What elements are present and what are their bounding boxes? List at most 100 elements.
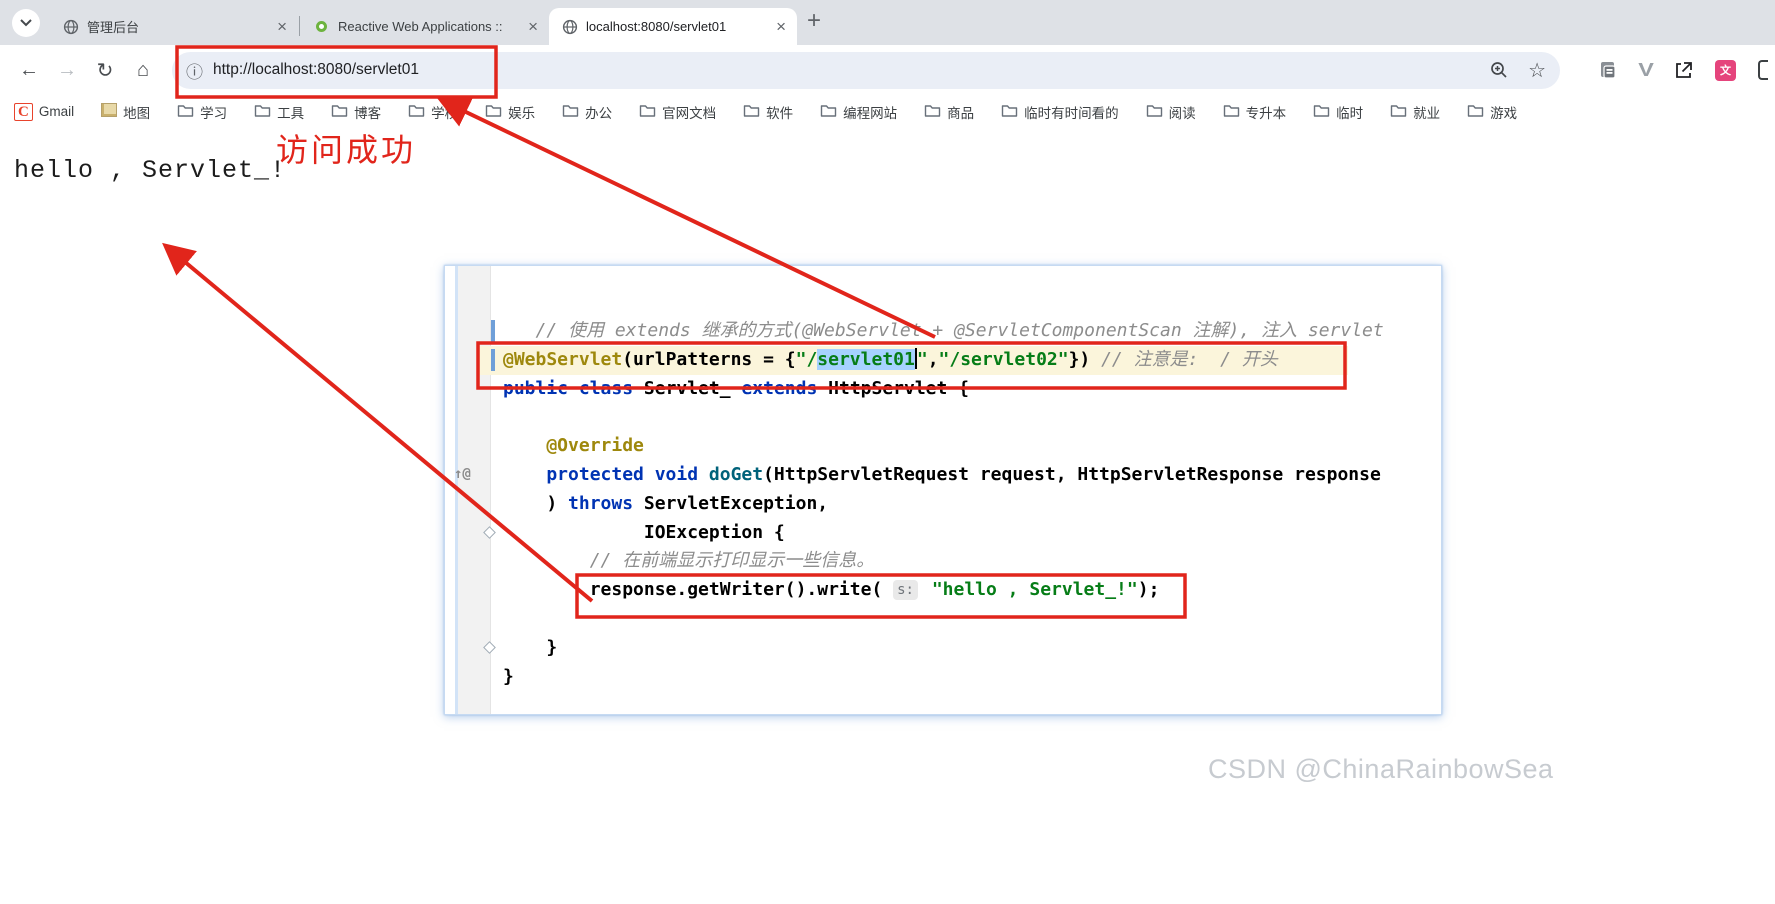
folder-icon <box>820 103 837 121</box>
v-extension-icon[interactable]: V <box>1640 60 1652 81</box>
bookmark-item[interactable]: 办公 <box>562 102 612 122</box>
home-button[interactable]: ⌂ <box>126 53 160 87</box>
code-line: // 在前端显示打印显示一些信息。 <box>503 547 1439 576</box>
tab-title: Reactive Web Applications :: <box>338 19 517 34</box>
browser-tab[interactable]: Reactive Web Applications ::× <box>301 8 549 45</box>
map-thumbnail-icon <box>101 103 117 120</box>
bookmark-item[interactable]: 商品 <box>924 102 974 122</box>
bookmark-item[interactable]: 软件 <box>743 102 793 122</box>
bookmark-label: 游戏 <box>1490 102 1517 122</box>
folder-icon <box>924 103 941 121</box>
page-info-icon[interactable]: ⓘ <box>186 58 203 83</box>
folder-icon <box>331 103 348 121</box>
code-lines: // 使用 extends 继承的方式(@WebServlet + @Servl… <box>503 317 1439 691</box>
page-viewport: hello , Servlet_! // 使用 extends 继承的方式(@W… <box>0 128 1775 904</box>
bookmark-item[interactable]: 官网文档 <box>639 102 716 122</box>
profile-avatar-partial[interactable] <box>1758 60 1768 80</box>
tab-groups-icon[interactable] <box>1598 60 1618 80</box>
code-line: @Override <box>503 432 1439 461</box>
gutter-change-bar <box>491 320 495 342</box>
bookmark-label: 博客 <box>354 102 381 122</box>
bookmark-item[interactable]: 专升本 <box>1223 102 1287 122</box>
bookmark-label: 学校 <box>431 102 458 122</box>
code-screenshot-panel: // 使用 extends 继承的方式(@WebServlet + @Servl… <box>444 265 1442 715</box>
csdn-watermark: CSDN @ChinaRainbowSea <box>1208 754 1554 785</box>
bookmark-label: 娱乐 <box>508 102 535 122</box>
bookmark-item[interactable]: 地图 <box>101 102 150 122</box>
code-line <box>503 605 1439 634</box>
tab-title: 管理后台 <box>87 17 266 36</box>
bookmark-label: 学习 <box>200 102 227 122</box>
spring-leaf-icon <box>313 18 330 35</box>
address-bar[interactable]: ⓘ http://localhost:8080/servlet01 ☆ <box>172 52 1560 89</box>
bookmark-item[interactable]: 娱乐 <box>485 102 535 122</box>
code-line: response.getWriter().write( s: "hello , … <box>503 576 1439 605</box>
bookmark-label: 办公 <box>585 102 612 122</box>
bookmark-item[interactable]: 阅读 <box>1146 102 1196 122</box>
code-line: // 使用 extends 继承的方式(@WebServlet + @Servl… <box>503 317 1439 346</box>
bookmark-item[interactable]: 就业 <box>1390 102 1440 122</box>
servlet-response-text: hello , Servlet_! <box>14 156 286 185</box>
folder-icon <box>254 103 271 121</box>
back-button[interactable]: ← <box>12 53 46 87</box>
bookmarks-bar: C Gmail 地图 学习 工具 博客 学校 娱乐 办公 官网文档 软件 编程网站 商品 临时有时间看的 阅… <box>0 95 1775 128</box>
bookmark-item[interactable]: 临时有时间看的 <box>1001 102 1119 122</box>
folder-icon <box>1146 103 1163 121</box>
folder-icon <box>562 103 579 121</box>
open-in-new-icon[interactable] <box>1674 61 1693 80</box>
bookmark-item[interactable]: 学习 <box>177 102 227 122</box>
bookmark-item[interactable]: C Gmail <box>14 104 74 120</box>
code-line: IOException { <box>503 519 1439 548</box>
tab-strip: 管理后台×Reactive Web Applications ::×localh… <box>0 0 1775 45</box>
gutter-override-annotation-icon: ↑@ <box>454 466 471 482</box>
folder-icon <box>485 103 502 121</box>
browser-tab[interactable]: localhost:8080/servlet01 × <box>549 8 797 45</box>
code-line <box>503 403 1439 432</box>
bookmark-item[interactable]: 学校 <box>408 102 458 122</box>
bookmark-label: 临时有时间看的 <box>1024 102 1119 122</box>
code-line: public class Servlet_ extends HttpServle… <box>503 375 1439 404</box>
tab-search-button[interactable] <box>12 9 40 37</box>
globe-icon <box>561 18 578 35</box>
forward-button[interactable]: → <box>50 53 84 87</box>
bookmark-star-icon[interactable]: ☆ <box>1528 58 1546 83</box>
bookmark-label: 工具 <box>277 102 304 122</box>
bookmark-label: Gmail <box>39 104 74 119</box>
code-line: } <box>503 634 1439 663</box>
gmail-icon: C <box>14 104 33 120</box>
extensions-area: V 文 <box>1576 60 1768 81</box>
folder-icon <box>408 103 425 121</box>
bookmark-item[interactable]: 工具 <box>254 102 304 122</box>
code-line: @WebServlet(urlPatterns = {"/servlet01",… <box>503 346 1348 375</box>
bookmark-label: 临时 <box>1336 102 1363 122</box>
parameter-hint-chip: s: <box>893 580 918 600</box>
browser-tab[interactable]: 管理后台 × <box>50 8 298 45</box>
bookmark-item[interactable]: 编程网站 <box>820 102 897 122</box>
new-tab-button[interactable]: + <box>807 9 821 33</box>
bookmark-item[interactable]: 博客 <box>331 102 381 122</box>
folder-icon <box>743 103 760 121</box>
folder-icon <box>1313 103 1330 121</box>
tab-close-icon[interactable]: × <box>525 18 541 35</box>
chevron-down-icon <box>20 19 32 27</box>
folder-icon <box>1223 103 1240 121</box>
code-line: ) throws ServletException, <box>503 490 1439 519</box>
reload-button[interactable]: ↻ <box>88 53 122 87</box>
bookmark-item[interactable]: 临时 <box>1313 102 1363 122</box>
tab-close-icon[interactable]: × <box>274 18 290 35</box>
folder-icon <box>177 103 194 121</box>
tab-close-icon[interactable]: × <box>773 18 789 35</box>
globe-icon <box>62 18 79 35</box>
bookmark-label: 官网文档 <box>662 102 716 122</box>
tab-title: localhost:8080/servlet01 <box>586 19 765 34</box>
tab-strip-tabs: 管理后台×Reactive Web Applications ::×localh… <box>50 8 797 45</box>
bookmark-label: 专升本 <box>1246 102 1287 122</box>
bookmark-item[interactable]: 游戏 <box>1467 102 1517 122</box>
code-line: } <box>503 663 1439 692</box>
bookmark-label: 地图 <box>123 102 150 122</box>
folder-icon <box>639 103 656 121</box>
url-text: http://localhost:8080/servlet01 <box>213 61 419 79</box>
translate-icon[interactable]: 文 <box>1715 60 1736 81</box>
zoom-icon[interactable] <box>1490 61 1508 79</box>
bookmark-label: 阅读 <box>1169 102 1196 122</box>
